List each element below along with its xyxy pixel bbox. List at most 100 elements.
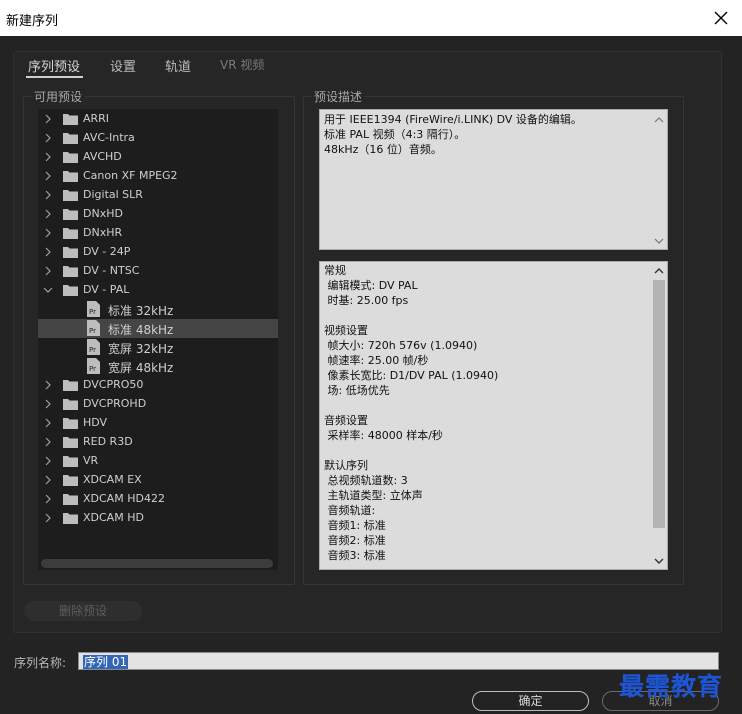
- preset-folder[interactable]: DV - PAL: [38, 281, 278, 300]
- preset-folder-label: Digital SLR: [83, 188, 143, 201]
- chevron-right-icon[interactable]: [43, 456, 53, 466]
- chevron-right-icon[interactable]: [43, 266, 53, 276]
- delete-preset-button[interactable]: 删除预设: [24, 601, 142, 621]
- chevron-right-icon[interactable]: [43, 133, 53, 143]
- folder-icon: [63, 228, 78, 239]
- preset-folder[interactable]: ARRI: [38, 110, 278, 129]
- folder-icon: [63, 190, 78, 201]
- preset-folder[interactable]: AVC-Intra: [38, 129, 278, 148]
- preset-details: 常规 编辑模式: DV PAL 时基: 25.00 fps 视频设置 帧大小: 7…: [319, 261, 668, 570]
- chevron-right-icon[interactable]: [43, 247, 53, 257]
- close-icon[interactable]: [710, 7, 732, 29]
- chevron-right-icon[interactable]: [43, 152, 53, 162]
- folder-icon: [63, 171, 78, 182]
- preset-folder[interactable]: DNxHR: [38, 224, 278, 243]
- tab-settings[interactable]: 设置: [110, 56, 136, 75]
- description-line: 像素长宽比: D1/DV PAL (1.0940): [324, 369, 499, 382]
- chevron-right-icon[interactable]: [43, 228, 53, 238]
- chevron-right-icon[interactable]: [43, 513, 53, 523]
- folder-icon: [63, 456, 78, 467]
- description-line: 音频轨道:: [324, 504, 376, 517]
- preset-folder[interactable]: XDCAM HD422: [38, 490, 278, 509]
- tab-sequence-presets[interactable]: 序列预设: [28, 56, 80, 75]
- folder-icon: [63, 418, 78, 429]
- scroll-down-icon[interactable]: [654, 237, 664, 245]
- preset-item-label: 标准 48kHz: [108, 323, 174, 337]
- folder-icon: [63, 399, 78, 410]
- tab-tracks[interactable]: 轨道: [165, 56, 191, 75]
- preset-folder-label: DNxHR: [83, 226, 123, 239]
- description-line: 帧大小: 720h 576v (1.0940): [324, 339, 478, 352]
- chevron-right-icon[interactable]: [43, 114, 53, 124]
- svg-text:Pr: Pr: [89, 365, 96, 373]
- preset-folder-label: DVCPRO50: [83, 378, 144, 391]
- description-line: 音频设置: [324, 414, 368, 427]
- chevron-right-icon[interactable]: [43, 475, 53, 485]
- title-bar: 新建序列: [0, 0, 742, 36]
- preset-folder[interactable]: HDV: [38, 414, 278, 433]
- svg-text:Pr: Pr: [89, 327, 96, 335]
- description-line: [324, 443, 498, 458]
- scroll-up-icon[interactable]: [654, 267, 664, 275]
- preset-folder[interactable]: DVCPROHD: [38, 395, 278, 414]
- description-scrollbar[interactable]: [651, 110, 667, 249]
- description-line: 时基: 25.00 fps: [324, 294, 409, 307]
- sequence-preset-icon: Pr: [87, 358, 100, 374]
- preset-folder[interactable]: DNxHD: [38, 205, 278, 224]
- description-line: 用于 IEEE1394 (FireWire/i.LINK) DV 设备的编辑。: [324, 113, 582, 126]
- folder-icon: [63, 152, 78, 163]
- description-line: [324, 398, 498, 413]
- description-text: 用于 IEEE1394 (FireWire/i.LINK) DV 设备的编辑。标…: [319, 109, 668, 250]
- folder-icon: [63, 475, 78, 486]
- preset-folder-label: XDCAM HD422: [83, 492, 165, 505]
- folder-icon: [63, 380, 78, 391]
- scroll-thumb[interactable]: [653, 280, 665, 528]
- folder-icon: [63, 285, 78, 296]
- chevron-right-icon[interactable]: [43, 209, 53, 219]
- preset-item[interactable]: Pr 标准 48kHz: [38, 319, 278, 338]
- description-line: 标准 PAL 视频（4:3 隔行）。: [324, 128, 466, 141]
- preset-folder[interactable]: XDCAM EX: [38, 471, 278, 490]
- scroll-up-icon[interactable]: [654, 116, 664, 124]
- preset-folder[interactable]: XDCAM HD: [38, 509, 278, 528]
- preset-folder[interactable]: DVCPRO50: [38, 376, 278, 395]
- folder-icon: [63, 266, 78, 277]
- preset-folder-label: HDV: [83, 416, 108, 429]
- preset-folder-label: DNxHD: [83, 207, 123, 220]
- preset-folder[interactable]: RED R3D: [38, 433, 278, 452]
- chevron-right-icon[interactable]: [43, 418, 53, 428]
- preset-item[interactable]: Pr 宽屏 32kHz: [38, 338, 278, 357]
- ok-button[interactable]: 确定: [472, 691, 589, 711]
- preset-folder[interactable]: VR: [38, 452, 278, 471]
- scroll-down-icon[interactable]: [654, 557, 664, 565]
- chevron-down-icon[interactable]: [43, 285, 53, 295]
- folder-icon: [63, 247, 78, 258]
- available-presets-label: 可用预设: [31, 88, 86, 105]
- description-line: 48kHz（16 位）音频。: [324, 143, 442, 156]
- chevron-right-icon[interactable]: [43, 190, 53, 200]
- preset-item[interactable]: Pr 标准 32kHz: [38, 300, 278, 319]
- preset-tree[interactable]: ARRI AVC-Intra AVCHD Canon XF MPEG2 Digital …: [38, 109, 278, 570]
- sequence-preset-icon: Pr: [87, 301, 100, 317]
- preset-folder[interactable]: DV - 24P: [38, 243, 278, 262]
- tree-horizontal-scrollbar[interactable]: [41, 559, 273, 568]
- preset-folder[interactable]: DV - NTSC: [38, 262, 278, 281]
- preset-folder[interactable]: AVCHD: [38, 148, 278, 167]
- tab-vr-video[interactable]: VR 视频: [220, 56, 264, 73]
- chevron-right-icon[interactable]: [43, 171, 53, 181]
- chevron-right-icon[interactable]: [43, 494, 53, 504]
- preset-folder-label: Canon XF MPEG2: [83, 169, 178, 182]
- preset-item[interactable]: Pr 宽屏 48kHz: [38, 357, 278, 376]
- chevron-right-icon[interactable]: [43, 380, 53, 390]
- description-line: 音频3: 标准: [324, 549, 386, 562]
- folder-icon: [63, 513, 78, 524]
- preset-item-label: 标准 32kHz: [108, 304, 174, 318]
- sequence-preset-icon: Pr: [87, 339, 100, 355]
- description-line: 编辑模式: DV PAL: [324, 279, 418, 292]
- preset-folder[interactable]: Canon XF MPEG2: [38, 167, 278, 186]
- details-scrollbar[interactable]: [651, 262, 667, 569]
- preset-folder[interactable]: Digital SLR: [38, 186, 278, 205]
- chevron-right-icon[interactable]: [43, 399, 53, 409]
- folder-icon: [63, 494, 78, 505]
- chevron-right-icon[interactable]: [43, 437, 53, 447]
